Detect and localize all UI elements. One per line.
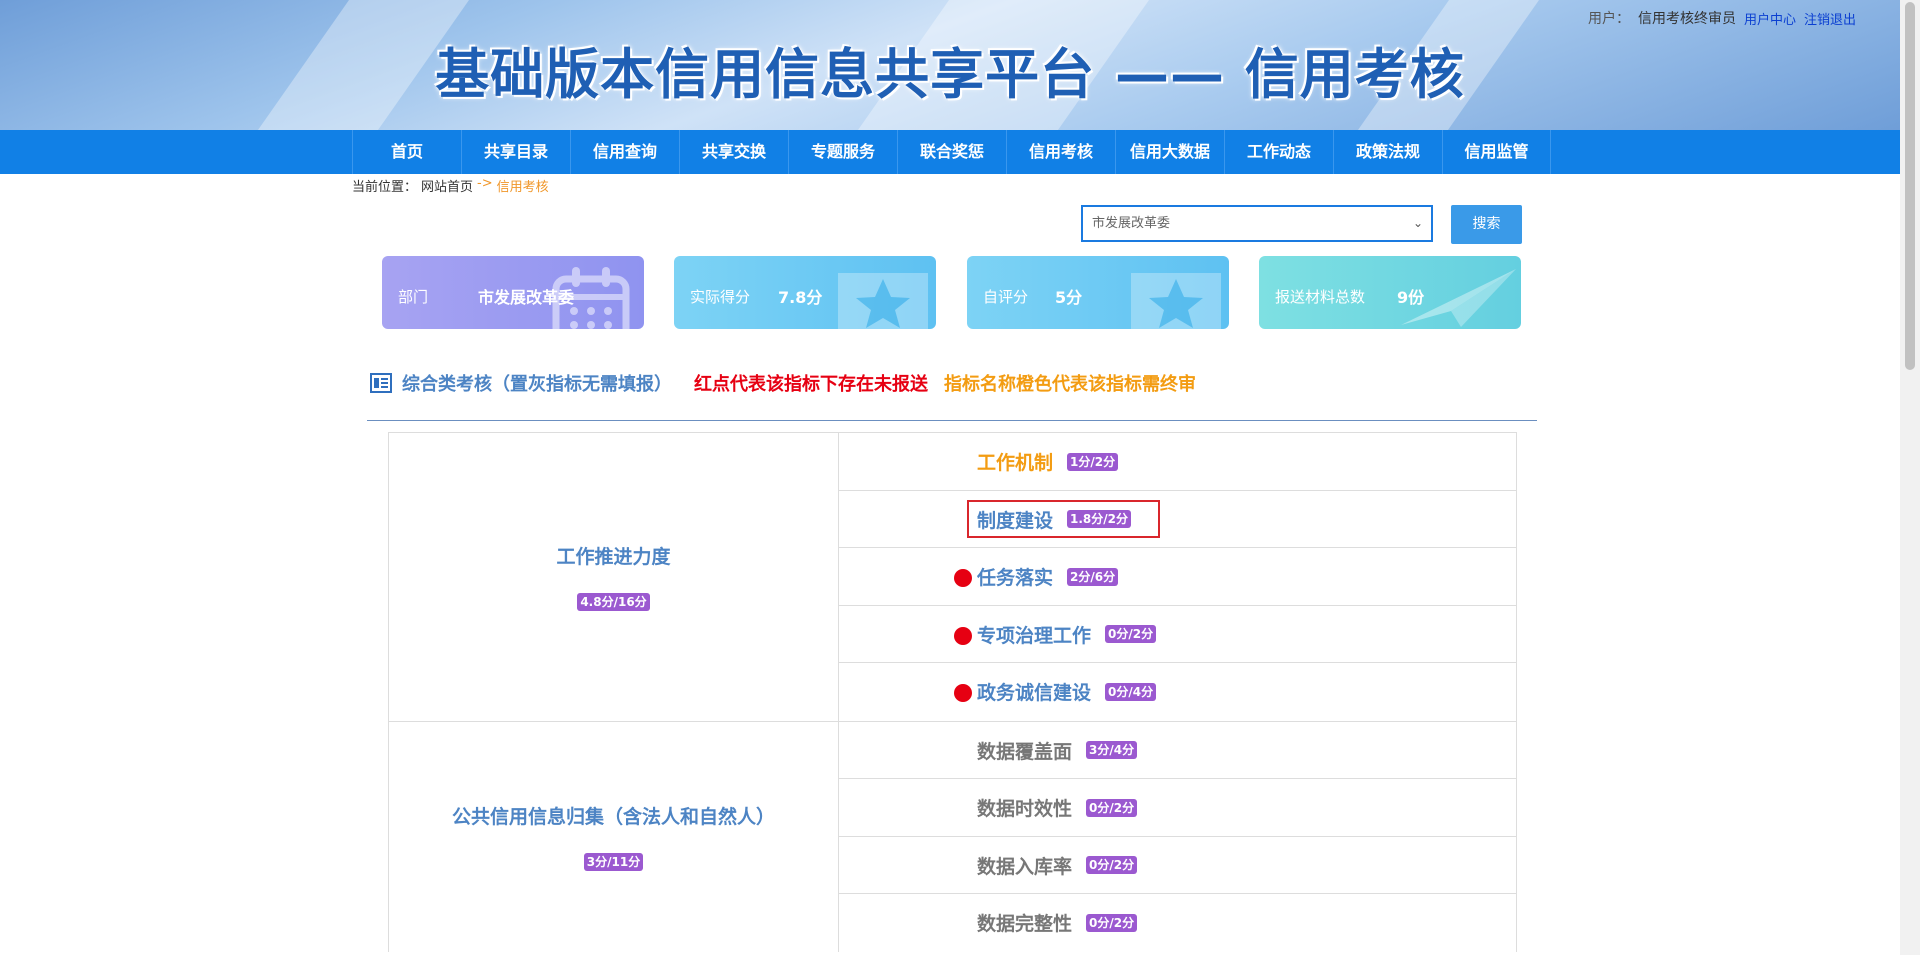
breadcrumb-prefix: 当前位置： bbox=[352, 180, 418, 195]
indicator-label: 数据覆盖面 bbox=[977, 740, 1073, 763]
user-center-link[interactable]: 用户中心 bbox=[1744, 9, 1796, 28]
unreported-dot-icon bbox=[954, 684, 972, 702]
breadcrumb-home[interactable]: 网站首页 bbox=[421, 176, 473, 195]
indicator-score-badge: 0分/2分 bbox=[1086, 856, 1138, 874]
card-actual-score: 实际得分 7.8分 bbox=[674, 256, 936, 329]
indicator-row: 数据入库率 0分/2分 bbox=[839, 837, 1516, 894]
unreported-dot-icon bbox=[954, 626, 972, 645]
user-bar: 用户： 信用考核终审员 用户中心 注销退出 bbox=[1588, 8, 1856, 28]
group-name: 公共信用信息归集（含法人和自然人） bbox=[451, 806, 775, 828]
indicator-score-badge: 1.8分/2分 bbox=[1067, 510, 1132, 528]
star-icon bbox=[1131, 273, 1221, 329]
nav-home[interactable]: 首页 bbox=[352, 130, 461, 174]
group-public-credit-collection: 公共信用信息归集（含法人和自然人） 3分/11分 数据覆盖面 3分/4分 数据时… bbox=[389, 720, 1516, 952]
indicator-row[interactable]: 制度建设 1.8分/2分 bbox=[839, 491, 1516, 548]
red-dot-note: 红点代表该指标下存在未报送 bbox=[694, 374, 928, 395]
page-scrollbar[interactable] bbox=[1900, 0, 1920, 955]
card-actual-score-value: 7.8分 bbox=[778, 288, 823, 307]
indicator-label[interactable]: 制度建设 bbox=[977, 506, 1053, 533]
indicator-row: 数据时效性 0分/2分 bbox=[839, 779, 1516, 837]
assessment-table: 工作推进力度 4.8分/16分 工作机制 1分/2分 制度建设 1.8分/2分 bbox=[388, 432, 1517, 952]
indicator-label: 数据入库率 bbox=[977, 855, 1073, 878]
group-name: 工作推进力度 bbox=[556, 546, 671, 569]
indicator-label: 数据时效性 bbox=[977, 798, 1073, 820]
breadcrumb-separator: -> bbox=[477, 176, 493, 191]
card-department-label: 部门 bbox=[398, 288, 429, 306]
group-cell: 公共信用信息归集（含法人和自然人） 3分/11分 bbox=[389, 721, 839, 952]
nav-topic-service[interactable]: 专题服务 bbox=[788, 130, 897, 174]
indicator-score-badge: 2分/6分 bbox=[1067, 567, 1119, 586]
indicator-row[interactable]: 任务落实 2分/6分 bbox=[839, 548, 1516, 606]
card-materials-label: 报送材料总数 bbox=[1275, 288, 1366, 306]
scrollbar-thumb[interactable] bbox=[1905, 2, 1915, 370]
indicator-score-badge: 0分/4分 bbox=[1105, 682, 1157, 701]
indicator-row[interactable]: 政务诚信建设 0分/4分 bbox=[839, 663, 1516, 721]
card-materials: 报送材料总数 9份 bbox=[1259, 256, 1521, 329]
indicator-score-badge: 3分/4分 bbox=[1086, 741, 1138, 759]
indicator-score-badge: 0分/2分 bbox=[1105, 625, 1157, 643]
unreported-dot-icon bbox=[954, 569, 972, 587]
indicator-label[interactable]: 专项治理工作 bbox=[977, 621, 1091, 648]
nav-policy[interactable]: 政策法规 bbox=[1333, 130, 1442, 174]
nav-credit-query[interactable]: 信用查询 bbox=[570, 130, 679, 174]
department-select-value: 市发展改革委 bbox=[1092, 216, 1171, 231]
nav-credit-bigdata[interactable]: 信用大数据 bbox=[1115, 130, 1224, 174]
indicator-label[interactable]: 任务落实 bbox=[977, 563, 1053, 590]
user-name: 信用考核终审员 bbox=[1637, 11, 1736, 27]
search-button[interactable]: 搜索 bbox=[1451, 205, 1522, 244]
user-label: 用户： bbox=[1587, 11, 1630, 27]
indicator-row[interactable]: 工作机制 1分/2分 bbox=[839, 433, 1516, 491]
nav-joint-rewards[interactable]: 联合奖惩 bbox=[897, 130, 1006, 174]
site-title: 基础版本信用信息共享平台 —— 信用考核 bbox=[435, 43, 1465, 106]
breadcrumb-current: 信用考核 bbox=[496, 180, 549, 195]
orange-name-note: 指标名称橙色代表该指标需终审 bbox=[944, 374, 1196, 395]
group-score-badge: 4.8分/16分 bbox=[577, 593, 650, 612]
section-title: 综合类考核（置灰指标无需填报） bbox=[402, 374, 672, 395]
breadcrumb: 当前位置： 网站首页 -> 信用考核 bbox=[352, 176, 549, 195]
calendar-icon bbox=[552, 267, 630, 329]
indicator-score-badge: 0分/2分 bbox=[1086, 913, 1138, 932]
nav-shared-catalog[interactable]: 共享目录 bbox=[461, 130, 570, 174]
list-icon bbox=[370, 373, 392, 393]
card-self-score: 自评分 5分 bbox=[967, 256, 1229, 329]
nav-credit-supervision[interactable]: 信用监管 bbox=[1442, 130, 1551, 174]
indicator-label[interactable]: 工作机制 bbox=[977, 448, 1053, 475]
card-department: 部门 市发展改革委 bbox=[382, 256, 644, 329]
card-self-score-label: 自评分 bbox=[983, 288, 1029, 306]
group-cell: 工作推进力度 4.8分/16分 bbox=[389, 433, 839, 721]
nav-credit-assessment[interactable]: 信用考核 bbox=[1006, 130, 1115, 174]
paper-plane-icon bbox=[1401, 269, 1516, 327]
indicator-row: 数据完整性 0分/2分 bbox=[839, 894, 1516, 952]
group-score-badge: 3分/11分 bbox=[583, 853, 644, 871]
indicator-row: 数据覆盖面 3分/4分 bbox=[839, 722, 1516, 779]
indicator-score-badge: 1分/2分 bbox=[1067, 452, 1119, 471]
divider bbox=[367, 420, 1537, 421]
indicator-score-badge: 0分/2分 bbox=[1086, 798, 1138, 817]
nav-work-news[interactable]: 工作动态 bbox=[1224, 130, 1333, 174]
indicator-label[interactable]: 政务诚信建设 bbox=[977, 678, 1091, 705]
logout-link[interactable]: 注销退出 bbox=[1804, 9, 1856, 28]
star-icon bbox=[838, 273, 928, 329]
group-work-progress: 工作推进力度 4.8分/16分 工作机制 1分/2分 制度建设 1.8分/2分 bbox=[389, 432, 1516, 721]
indicator-row[interactable]: 专项治理工作 0分/2分 bbox=[839, 606, 1516, 663]
chevron-down-icon: ⌄ bbox=[1412, 216, 1423, 230]
main-nav: 首页 共享目录 信用查询 共享交换 专题服务 联合奖惩 信用考核 信用大数据 工… bbox=[0, 130, 1900, 174]
card-self-score-value: 5分 bbox=[1055, 288, 1083, 307]
indicator-label: 数据完整性 bbox=[977, 913, 1073, 935]
nav-shared-exchange[interactable]: 共享交换 bbox=[679, 130, 788, 174]
section-heading: 综合类考核（置灰指标无需填报） 红点代表该指标下存在未报送 指标名称橙色代表该指… bbox=[370, 370, 1196, 396]
card-actual-score-label: 实际得分 bbox=[690, 288, 751, 306]
department-select[interactable]: 市发展改革委 ⌄ bbox=[1081, 205, 1433, 242]
